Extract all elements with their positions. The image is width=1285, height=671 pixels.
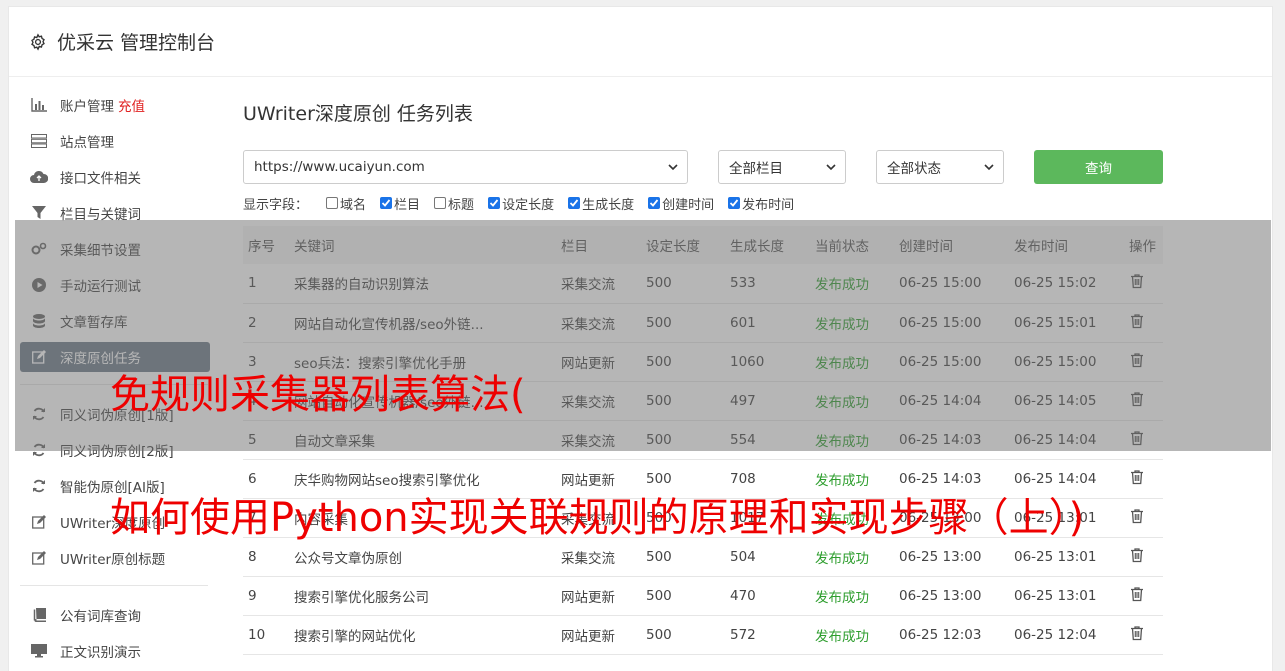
sidebar-item-label: UWriter原创标题 [60,552,166,568]
row-keyword: 搜索引擎的网站优化 [294,628,416,645]
checkbox-label: 设定长度 [502,197,555,213]
row-created: 06-25 13:00 [899,587,982,604]
book-icon [30,606,48,624]
checkbox-label: 域名 [340,197,367,213]
edit-icon [30,513,48,531]
row-created: 06-25 12:03 [899,626,982,643]
row-set-length: 500 [646,626,672,643]
gear-icon [29,32,47,51]
page-title: UWriter深度原创 任务列表 [243,103,473,125]
sidebar-item-interface[interactable]: 接口文件相关 [20,162,210,192]
row-actions [1124,537,1163,576]
field-checkbox-gen-length[interactable]: 生成长度 [568,194,634,213]
row-gen-length: 572 [730,626,756,643]
sidebar-item-account[interactable]: 账户管理 充值 [20,90,210,120]
table-row: 9 搜索引擎优化服务公司 网站更新 500 470 发布成功 06-25 13:00 06-2… [243,576,1163,615]
trash-icon[interactable] [1129,547,1145,563]
sidebar-item-text-recognition[interactable]: 正文识别演示 [20,636,210,666]
server-icon [30,132,48,150]
row-index: 9 [248,587,257,604]
row-actions [1124,576,1163,615]
sidebar-item-label: 接口文件相关 [60,171,141,187]
site-select[interactable]: https://www.ucaiyun.com [243,150,688,184]
sidebar-item-label: 账户管理 [60,99,114,115]
checkbox-checked-icon [380,197,393,209]
trash-icon[interactable] [1129,625,1145,641]
checkbox-label: 创建时间 [662,197,715,213]
table-row: 10 搜索引擎的网站优化 网站更新 500 572 发布成功 06-25 12:03 06-2… [243,615,1163,654]
checkbox-checked-icon [488,197,501,209]
sidebar-item-label: 正文识别演示 [60,645,141,661]
query-button[interactable]: 查询 [1034,150,1163,184]
sidebar-item-public-lexicon[interactable]: 公有词库查询 [20,600,210,630]
app-title: 优采云 管理控制台 [57,32,216,54]
status-select[interactable]: 全部状态 [876,150,1004,184]
checkbox-label: 标题 [448,197,475,213]
trash-icon[interactable] [1129,586,1145,602]
row-gen-length: 470 [730,587,756,604]
row-keyword: 搜索引擎优化服务公司 [294,589,429,606]
checkbox-unchecked-icon [434,197,447,209]
row-actions [1124,615,1163,654]
checkbox-checked-icon [728,197,741,209]
field-checkbox-published[interactable]: 发布时间 [728,194,794,213]
row-index: 10 [248,626,266,643]
sidebar-item-uwriter-title[interactable]: UWriter原创标题 [20,543,210,573]
watermark-line-2: 如何使用Python实现关联规则的原理和实现步骤（上）) [110,495,1085,541]
site-select-value: https://www.ucaiyun.com [254,159,425,175]
checkbox-label: 发布时间 [742,197,795,213]
trash-icon[interactable] [1129,469,1145,485]
sidebar-item-label: 公有词库查询 [60,609,141,625]
field-checkbox-column[interactable]: 栏目 [380,194,420,213]
chevron-down-icon [825,161,837,173]
field-checkbox-domain[interactable]: 域名 [326,194,366,213]
sidebar-item-sites[interactable]: 站点管理 [20,126,210,156]
trash-icon[interactable] [1129,508,1145,524]
row-status: 发布成功 [815,589,869,606]
row-published: 06-25 13:01 [1014,587,1097,604]
column-select[interactable]: 全部栏目 [718,150,846,184]
chevron-down-icon [667,161,679,173]
row-published: 06-25 12:04 [1014,626,1097,643]
sidebar-divider [20,585,208,586]
recharge-link[interactable]: 充值 [118,95,145,115]
row-column: 网站更新 [561,628,615,645]
watermark-line-1: 免规则采集器列表算法( [110,372,526,418]
chevron-down-icon [983,161,995,173]
filter-bar: https://www.ucaiyun.com 全部栏目 全部状态 查询 [243,150,1163,184]
edit-icon [30,549,48,567]
field-checkbox-created[interactable]: 创建时间 [648,194,714,213]
row-actions [1124,459,1163,498]
checkbox-label: 栏目 [394,197,421,213]
row-status: 发布成功 [815,628,869,645]
row-actions [1124,498,1163,537]
status-select-value: 全部状态 [887,161,941,177]
field-checkbox-title[interactable]: 标题 [434,194,474,213]
app-header: 优采云 管理控制台 [9,7,1272,77]
bar-chart-icon [30,96,48,114]
sidebar-item-label: 站点管理 [60,135,114,151]
row-set-length: 500 [646,587,672,604]
display-fields: 显示字段： 域名 栏目 标题 设定长度 生成长度 创建时间 发布时间 [243,194,1163,213]
row-column: 网站更新 [561,589,615,606]
checkbox-unchecked-icon [326,197,339,209]
field-checkbox-set-length[interactable]: 设定长度 [488,194,554,213]
checkbox-checked-icon [568,197,581,209]
checkbox-label: 生成长度 [582,197,635,213]
display-fields-label: 显示字段： [243,197,309,213]
cloud-upload-icon [30,168,48,186]
checkbox-checked-icon [648,197,661,209]
refresh-icon [30,477,48,495]
monitor-icon [30,642,48,660]
column-select-value: 全部栏目 [729,161,783,177]
